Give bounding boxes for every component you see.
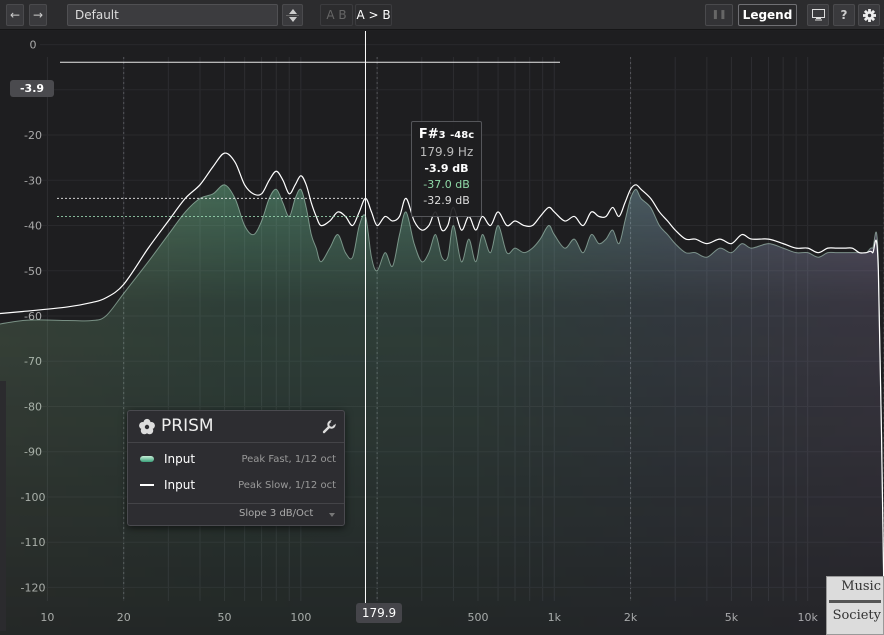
legend-row-fast-name: Input [164,452,196,466]
left-scroll-handle[interactable] [0,381,6,631]
legend-row-slow[interactable]: Input Peak Slow, 1/12 oct [128,472,344,498]
tooltip-slow-db: -32.9 dB [423,194,470,207]
slope-value: Slope 3 dB/Oct [239,508,314,519]
y-tick-label: -20 [24,129,42,142]
frequency-readout-value: 179.9 [361,606,397,620]
legend-header: PRISM [128,411,344,443]
wrench-icon[interactable] [322,420,336,434]
monitor-icon [811,9,825,21]
a-to-b-button[interactable]: A > B [355,4,392,26]
legend-row-fast-mode: Peak Fast, 1/12 oct [241,454,336,465]
tooltip-note: F#3 -48c [418,127,475,142]
caret-up-icon[interactable] [288,8,297,14]
level-readout-badge: -3.9 [10,80,54,97]
slow-line-icon [140,484,154,486]
display-button[interactable] [807,4,829,26]
legend-row-slow-name: Input [164,478,196,492]
y-tick-label: -30 [24,174,42,187]
help-button[interactable]: ? [833,4,855,26]
dropdown-caret-icon [329,513,335,517]
legend-row-slow-mode: Peak Slow, 1/12 oct [238,480,336,491]
arrow-right-icon: → [32,8,44,22]
pause-icon: ❚❚ [711,10,727,20]
legend-button[interactable]: Legend [738,4,797,26]
arrow-left-icon: ← [9,8,21,22]
y-tick-label: 0 [30,39,37,52]
watermark-line1: Music [841,579,881,594]
level-readout-value: -3.9 [19,82,45,95]
legend-panel[interactable]: PRISM Input Peak Fast, 1/12 oct Input Pe… [127,410,345,526]
toolbar: ← → Default A B A > B ❚❚ Legend ? [0,0,884,30]
ab-button[interactable]: A B [320,4,353,26]
forward-arrow-button[interactable]: → [29,4,47,26]
watermark-logo: Music Society [826,576,884,635]
tooltip-frequency: 179.9 Hz [419,145,474,159]
legend-row-fast[interactable]: Input Peak Fast, 1/12 oct [128,446,344,472]
cursor-tooltip: F#3 -48c 179.9 Hz -3.9 dB -37.0 dB -32.9… [411,121,482,217]
slope-selector[interactable]: Slope 3 dB/Oct [128,503,344,525]
frequency-readout-badge: 179.9 [356,603,402,623]
caret-down-icon[interactable] [288,16,297,22]
y-tick-label: -50 [24,265,42,278]
settings-button[interactable] [858,4,880,26]
prism-logo-icon [139,418,155,435]
y-tick-label: -40 [24,220,42,233]
legend-title: PRISM [161,416,214,436]
gear-icon [862,8,876,22]
back-arrow-button[interactable]: ← [6,4,24,26]
preset-selector[interactable]: Default [67,4,278,26]
pause-button[interactable]: ❚❚ [705,4,733,26]
tooltip-peak-db: -3.9 dB [424,162,469,175]
preset-stepper[interactable] [282,4,303,26]
tooltip-fast-db: -37.0 dB [423,178,470,191]
fast-swatch-icon [140,456,154,462]
watermark-line2: Society [832,608,881,623]
